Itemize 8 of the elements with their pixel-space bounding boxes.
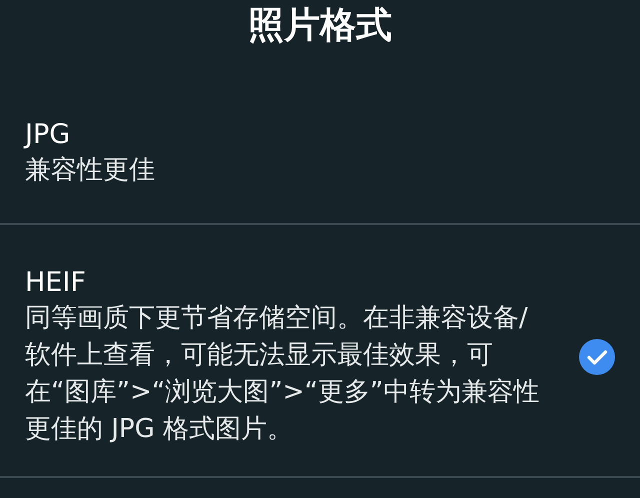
option-row[interactable]: JPG 兼容性更佳 (0, 47, 640, 226)
option-title[interactable]: HEIF (25, 265, 545, 300)
option-description: 兼容性更佳 (25, 154, 156, 188)
option-row[interactable]: HEIF 同等画质下更节省存储空间。在非兼容设备/软件上查看，可能无法显示最佳效果，可在“图库”>“浏览大图”>“更多”中转为兼容性更佳的 JPG 格式图片。 (0, 225, 640, 478)
option-title[interactable]: JPG (25, 117, 545, 152)
option-description: 同等画质下更节省存储空间。在非兼容设备/软件上查看，可能无法显示最佳效果，可在“图库”>“浏览大图”>“更多”中转为兼容性更佳的 JPG 格式图片。 (25, 302, 540, 446)
page-title: 照片格式 (247, 4, 393, 48)
check-icon (579, 338, 615, 375)
